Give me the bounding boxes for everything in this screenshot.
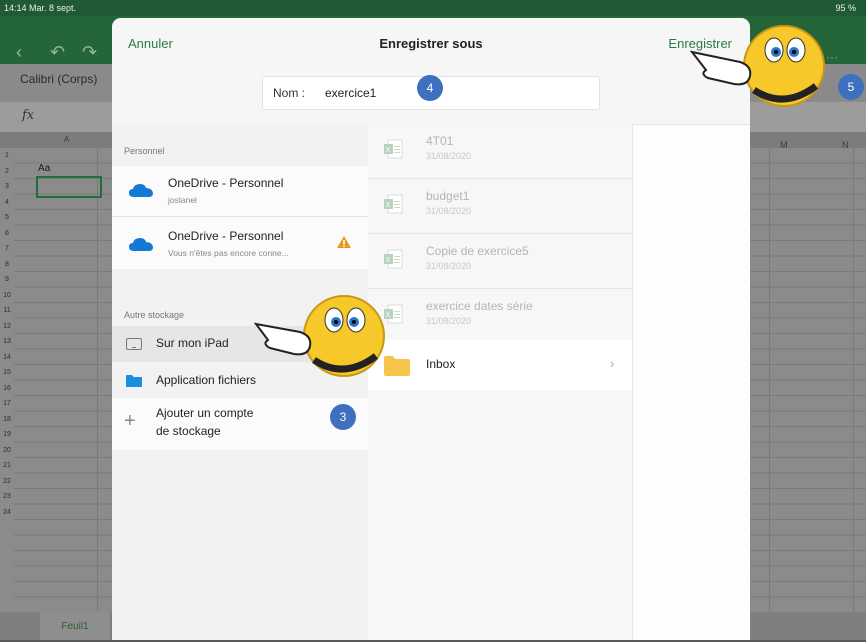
onedrive-title-2: OneDrive - Personnel	[168, 229, 284, 243]
chevron-right-icon: ›	[610, 356, 615, 371]
excel-file-icon: X	[384, 249, 403, 269]
row-headers: 1 2 3 4 5 6 7 8 9 10 11 12 13 14 15 16 17 18 19 20 21 22 23 24	[0, 148, 14, 612]
file-date: 31/08/2020	[426, 316, 472, 326]
fx-icon: fx	[22, 108, 35, 123]
onedrive-title: OneDrive - Personnel	[168, 176, 284, 190]
row-header[interactable]: 2	[0, 164, 14, 180]
file-name: 4T01	[426, 134, 454, 148]
svg-text:X: X	[386, 147, 391, 154]
pointing-smiley-icon	[254, 295, 385, 377]
filename-input[interactable]: exercice1	[325, 86, 376, 100]
add-storage-item[interactable]: + Ajouter un compte de stockage	[112, 398, 368, 450]
row-header[interactable]: 3	[0, 179, 14, 195]
row-header[interactable]: 23	[0, 489, 14, 505]
onedrive-account: joslanel	[168, 195, 197, 205]
dialog-title: Enregistrer sous	[379, 36, 483, 51]
file-item: X Copie de exercice5 31/08/2020	[368, 234, 632, 286]
onedrive-cloud-icon	[129, 238, 153, 251]
inbox-folder[interactable]: Inbox ›	[368, 340, 632, 390]
filename-label: Nom :	[273, 86, 306, 100]
row-header[interactable]: 19	[0, 427, 14, 443]
personal-header: Personnel	[124, 146, 165, 156]
sheet-tab[interactable]: Feuil1	[40, 612, 110, 640]
column-a[interactable]: A	[64, 135, 69, 144]
row-header[interactable]: 14	[0, 350, 14, 366]
file-name: exercice dates série	[426, 299, 533, 313]
row-header[interactable]: 21	[0, 458, 14, 474]
row-header[interactable]: 22	[0, 474, 14, 490]
onedrive-personal-item-2[interactable]: OneDrive - Personnel Vous n'êtes pas enc…	[112, 217, 368, 269]
onedrive-cloud-icon	[129, 184, 153, 197]
row-header[interactable]: 7	[0, 241, 14, 257]
onedrive-notice: Vous n'êtes pas encore conne...	[168, 248, 289, 258]
row-header[interactable]: 11	[0, 303, 14, 319]
excel-file-icon: X	[384, 139, 403, 159]
step-badge-3: 3	[330, 404, 356, 430]
row-header[interactable]: 12	[0, 319, 14, 335]
row-header[interactable]: 16	[0, 381, 14, 397]
dialog-header: Annuler Enregistrer sous Enregistrer	[112, 18, 750, 70]
row-header[interactable]: 15	[0, 365, 14, 381]
file-name: budget1	[426, 189, 470, 203]
file-date: 31/08/2020	[426, 261, 472, 271]
status-time: 14:14 Mar. 8 sept.	[4, 3, 77, 13]
inbox-label: Inbox	[426, 357, 456, 371]
row-header[interactable]: 20	[0, 443, 14, 459]
folder-icon	[126, 375, 142, 387]
onedrive-personal-item[interactable]: OneDrive - Personnel joslanel	[112, 166, 368, 216]
files-app-label: Application fichiers	[156, 373, 257, 387]
font-selector[interactable]: Calibri (Corps)	[20, 72, 97, 86]
svg-text:X: X	[386, 257, 391, 264]
status-battery: 95 %	[835, 3, 856, 13]
row-header[interactable]: 18	[0, 412, 14, 428]
file-item: X 4T01 31/08/2020	[368, 124, 632, 176]
file-item: X budget1 31/08/2020	[368, 179, 632, 231]
row-header[interactable]: 6	[0, 226, 14, 242]
status-bar: 14:14 Mar. 8 sept. 95 %	[0, 0, 866, 16]
on-my-ipad-label: Sur mon iPad	[156, 336, 229, 350]
files-pane: X 4T01 31/08/2020 X budget1 31/08/2020 X	[368, 124, 633, 640]
other-storage-header: Autre stockage	[124, 310, 185, 320]
row-header[interactable]: 13	[0, 334, 14, 350]
add-storage-line2: de stockage	[156, 424, 221, 438]
row-header[interactable]: 1	[0, 148, 14, 164]
cell-a1[interactable]: Aa	[38, 163, 50, 174]
pointing-smiley-icon	[690, 25, 825, 107]
row-header[interactable]: 10	[0, 288, 14, 304]
row-header[interactable]: 17	[0, 396, 14, 412]
svg-text:X: X	[386, 202, 391, 209]
add-storage-line1: Ajouter un compte	[156, 406, 254, 420]
file-date: 31/08/2020	[426, 206, 472, 216]
save-as-dialog: Annuler Enregistrer sous Enregistrer Nom…	[112, 18, 750, 640]
row-header[interactable]: 4	[0, 195, 14, 211]
row-header[interactable]: 24	[0, 505, 14, 521]
row-header[interactable]: 8	[0, 257, 14, 273]
redo-icon[interactable]: ↷	[82, 42, 97, 63]
step-badge-5: 5	[838, 74, 864, 100]
plus-icon: +	[124, 410, 136, 432]
ipad-icon	[126, 338, 142, 350]
excel-file-icon: X	[384, 194, 403, 214]
file-name: Copie de exercice5	[426, 244, 529, 258]
row-header[interactable]: 5	[0, 210, 14, 226]
warning-icon	[337, 236, 351, 248]
file-item: X exercice dates série 31/08/2020	[368, 289, 632, 341]
step-badge-4: 4	[417, 75, 443, 101]
back-icon[interactable]: ‹	[16, 42, 22, 63]
row-header[interactable]: 9	[0, 272, 14, 288]
undo-icon[interactable]: ↶	[50, 42, 65, 63]
file-date: 31/08/2020	[426, 151, 472, 161]
selected-cell[interactable]	[36, 176, 102, 198]
